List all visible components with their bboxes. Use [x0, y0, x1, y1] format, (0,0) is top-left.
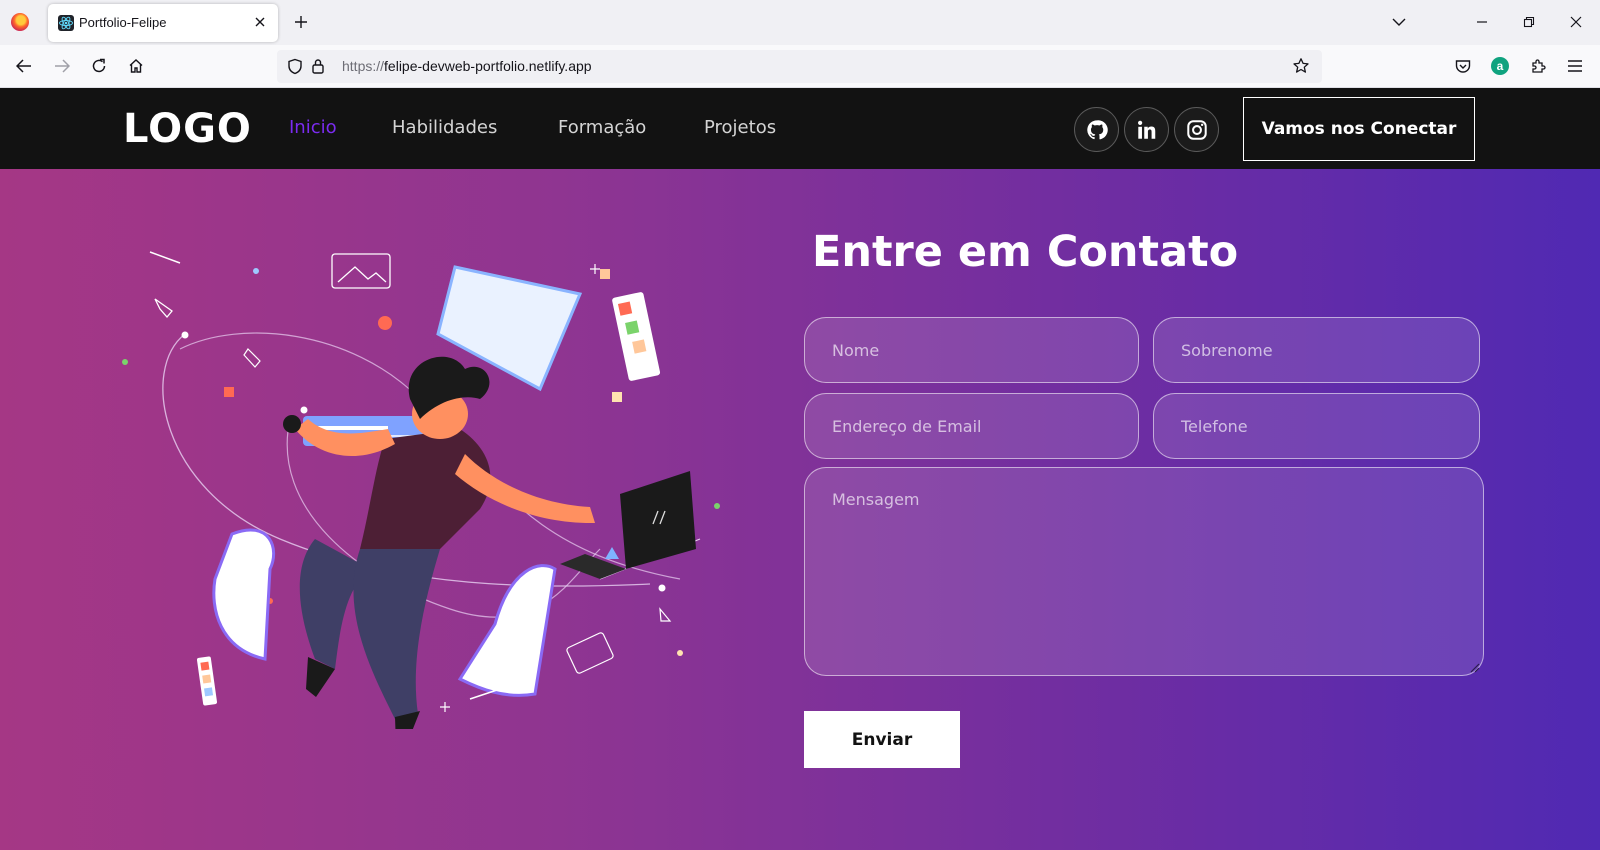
browser-tab-bar: Portfolio-Felipe — [0, 0, 1600, 45]
extension-a-icon[interactable]: a — [1489, 55, 1511, 77]
site-logo[interactable]: LOGO — [123, 106, 252, 152]
email-input[interactable] — [804, 393, 1139, 459]
contact-title: Entre em Contato — [812, 227, 1239, 277]
new-tab-icon[interactable] — [291, 12, 311, 32]
restore-window-icon[interactable] — [1519, 12, 1539, 32]
site-header: LOGO Inicio Habilidades Formação Projeto… — [0, 88, 1600, 169]
github-icon[interactable] — [1074, 107, 1119, 152]
forward-icon[interactable] — [51, 55, 73, 77]
nav-link-habilidades[interactable]: Habilidades — [392, 117, 497, 138]
instagram-icon[interactable] — [1174, 107, 1219, 152]
connect-button[interactable]: Vamos nos Conectar — [1243, 97, 1475, 161]
page-viewport: LOGO Inicio Habilidades Formação Projeto… — [0, 88, 1600, 850]
textarea-resize-handle-icon[interactable] — [1468, 661, 1480, 673]
browser-nav-bar: https://felipe-devweb-portfolio.netlify.… — [0, 45, 1600, 88]
firefox-logo-icon[interactable] — [11, 13, 29, 31]
contact-illustration — [122, 251, 720, 729]
extensions-puzzle-icon[interactable] — [1527, 55, 1549, 77]
home-icon[interactable] — [125, 55, 147, 77]
phone-input[interactable] — [1153, 393, 1480, 459]
message-textarea[interactable] — [804, 467, 1484, 676]
tab-title: Portfolio-Felipe — [79, 15, 167, 30]
pocket-icon[interactable] — [1452, 55, 1474, 77]
url-text[interactable]: https://felipe-devweb-portfolio.netlify.… — [342, 58, 592, 74]
reload-icon[interactable] — [88, 55, 110, 77]
contact-section: Entre em Contato Enviar — [0, 169, 1600, 850]
app-menu-hamburger-icon[interactable] — [1564, 55, 1586, 77]
url-host: felipe-devweb-portfolio.netlify.app — [384, 58, 592, 74]
close-tab-icon[interactable] — [250, 12, 270, 32]
bookmark-star-icon[interactable] — [1291, 56, 1311, 76]
linkedin-icon[interactable] — [1124, 107, 1169, 152]
list-all-tabs-icon[interactable] — [1389, 12, 1409, 32]
nav-link-formacao[interactable]: Formação — [558, 117, 646, 138]
back-icon[interactable] — [13, 55, 35, 77]
url-protocol: https:// — [342, 58, 385, 74]
browser-tab[interactable]: Portfolio-Felipe — [48, 4, 278, 42]
tracking-protection-shield-icon[interactable] — [285, 56, 305, 76]
send-button[interactable]: Enviar — [804, 711, 960, 768]
last-name-input[interactable] — [1153, 317, 1480, 383]
extension-a-label: a — [1491, 57, 1509, 75]
react-favicon-icon — [58, 15, 74, 31]
lock-icon[interactable] — [308, 56, 328, 76]
first-name-input[interactable] — [804, 317, 1139, 383]
nav-link-inicio[interactable]: Inicio — [289, 117, 337, 138]
nav-link-projetos[interactable]: Projetos — [704, 117, 776, 138]
minimize-window-icon[interactable] — [1472, 12, 1492, 32]
close-window-icon[interactable] — [1566, 12, 1586, 32]
url-bar[interactable]: https://felipe-devweb-portfolio.netlify.… — [277, 50, 1322, 83]
